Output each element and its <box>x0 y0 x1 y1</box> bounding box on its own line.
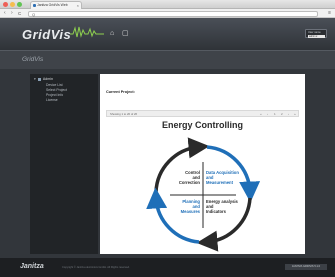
reload-icon[interactable]: C <box>18 10 21 17</box>
logo-wave-icon <box>70 26 104 38</box>
label-control-correction: Control and Correction <box>178 170 200 185</box>
browser-menu-icon[interactable]: ≡ <box>328 10 331 17</box>
app-footer: Janitza Copyright © Janitza electronics … <box>0 258 335 277</box>
expand-arrow-icon[interactable]: ▾ <box>34 77 36 81</box>
favicon-icon <box>33 4 36 7</box>
tab-close-icon[interactable]: × <box>77 2 79 9</box>
back-icon[interactable]: ‹ <box>4 10 6 17</box>
user-selector[interactable]: User name admin ▾ <box>305 29 327 38</box>
work-area: ▾ Admin Device List Select Project Projec… <box>0 69 335 258</box>
energy-cycle-diagram <box>146 137 261 252</box>
address-text: Q <box>32 11 36 17</box>
forward-icon[interactable]: › <box>11 10 13 17</box>
sidebar-item-license[interactable]: License <box>46 98 58 102</box>
address-bar[interactable]: Q <box>28 10 318 17</box>
folder-icon <box>37 77 41 81</box>
tree-root-admin[interactable]: ▾ Admin <box>34 77 53 82</box>
sidebar-item-project-info[interactable]: Project Info <box>46 93 63 97</box>
version-badge: JANITZA GRIDVIS 5.1.0 <box>285 264 327 270</box>
sub-header: GridVis <box>0 50 335 69</box>
content-panel: Current Project: Showing 1 to 20 of 26 «… <box>100 74 305 254</box>
gridvis-logo: GridVis <box>22 27 72 42</box>
tab-title: Janitza GridVis Web <box>37 3 68 7</box>
sidebar: ▾ Admin Device List Select Project Projec… <box>30 74 98 254</box>
label-energy-analysis: Energy analysis and Indicators <box>206 199 238 214</box>
maximize-window-icon[interactable] <box>17 2 22 7</box>
minimize-window-icon[interactable] <box>10 2 15 7</box>
window-icon[interactable]: ▢ <box>122 30 129 38</box>
user-select[interactable]: admin ▾ <box>308 34 325 38</box>
sidebar-item-device-list[interactable]: Device List <box>46 83 63 87</box>
home-icon[interactable]: ⌂ <box>110 30 114 38</box>
browser-titlebar: Janitza GridVis Web × <box>0 0 335 9</box>
close-window-icon[interactable] <box>3 2 8 7</box>
browser-tab[interactable]: Janitza GridVis Web × <box>30 1 82 9</box>
label-planning-measures: Planning and Measures <box>180 199 200 214</box>
sidebar-item-select-project[interactable]: Select Project <box>46 88 67 92</box>
app-header: GridVis ⌂ ▢ User name admin ▾ <box>0 18 335 50</box>
tree-root-label: Admin <box>42 77 53 81</box>
page-subtitle: GridVis <box>22 56 44 63</box>
label-data-acquisition: Data Acquisition and Measurement <box>206 170 239 185</box>
browser-toolbar: ‹ › C Q ≡ <box>0 9 335 18</box>
janitza-logo: Janitza <box>20 263 44 270</box>
copyright-text: Copyright © Janitza electronics GmbH. Al… <box>62 266 130 269</box>
